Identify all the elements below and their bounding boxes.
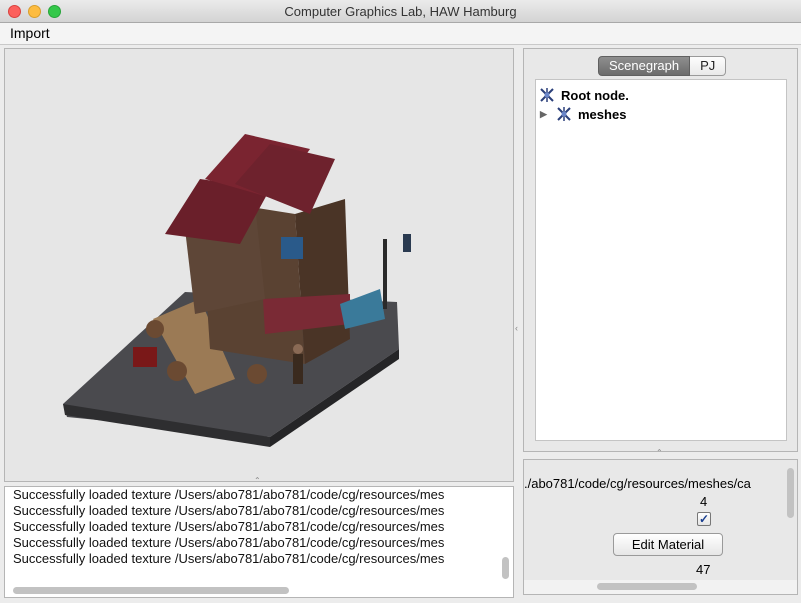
properties-vertical-scrollbar[interactable] xyxy=(787,468,794,518)
menu-import[interactable]: Import xyxy=(10,25,50,41)
property-count-a: 4 xyxy=(700,494,708,509)
console-line: Successfully loaded texture /Users/abo78… xyxy=(13,503,445,518)
edit-material-button[interactable]: Edit Material xyxy=(613,533,723,556)
tree-node-label: Root node. xyxy=(561,87,629,103)
tree-node-meshes[interactable]: ▶ meshes xyxy=(540,105,626,123)
visibility-checkbox[interactable]: ✓ xyxy=(697,512,711,526)
tab-scenegraph[interactable]: Scenegraph xyxy=(598,56,691,76)
property-count-b: 47 xyxy=(696,562,711,577)
console-line: Successfully loaded texture /Users/abo78… xyxy=(13,519,445,534)
panel-tabs: Scenegraph PJ xyxy=(598,56,727,76)
title-bar: Computer Graphics Lab, HAW Hamburg xyxy=(0,0,801,23)
rendered-house-scene xyxy=(63,134,411,447)
disclosure-triangle-icon[interactable]: ▶ xyxy=(540,109,556,120)
split-grip-icon: ‹ xyxy=(515,323,518,333)
scene-node-icon xyxy=(540,88,554,102)
log-console[interactable]: Successfully loaded texture /Users/abo78… xyxy=(4,486,514,598)
scenegraph-panel: Scenegraph PJ Root node. ▶ meshes xyxy=(523,48,798,452)
node-properties-panel: ./abo781/code/cg/resources/meshes/ca 4 ✓… xyxy=(523,459,798,581)
vertical-split-handle[interactable]: ‹ xyxy=(515,48,521,598)
scenegraph-tree[interactable]: Root node. ▶ meshes xyxy=(535,79,787,441)
window-title: Computer Graphics Lab, HAW Hamburg xyxy=(284,4,517,19)
tree-node-label: meshes xyxy=(578,106,627,122)
scene-node-icon xyxy=(557,107,571,121)
properties-horizontal-scroll-thumb[interactable] xyxy=(597,583,697,590)
console-horizontal-scrollbar[interactable] xyxy=(7,585,497,595)
console-line: Successfully loaded texture /Users/abo78… xyxy=(13,535,445,550)
tab-pj[interactable]: PJ xyxy=(690,56,727,76)
split-grip-icon: ⌃ xyxy=(656,448,663,457)
render-viewport[interactable] xyxy=(4,48,514,482)
console-line: Successfully loaded texture /Users/abo78… xyxy=(13,551,445,566)
right-horizontal-split-handle[interactable]: ⌃ xyxy=(523,448,796,459)
mesh-path-value: ./abo781/code/cg/resources/meshes/ca xyxy=(524,476,751,491)
console-horizontal-scroll-thumb[interactable] xyxy=(13,587,289,594)
console-vertical-scrollbar[interactable] xyxy=(502,557,509,579)
split-grip-icon: ⌃ xyxy=(254,476,261,485)
properties-horizontal-scrollbar[interactable] xyxy=(523,580,798,595)
tree-node-root[interactable]: Root node. xyxy=(539,86,629,104)
menu-bar: Import xyxy=(0,23,801,45)
console-line: Successfully loaded texture /Users/abo78… xyxy=(13,487,445,502)
